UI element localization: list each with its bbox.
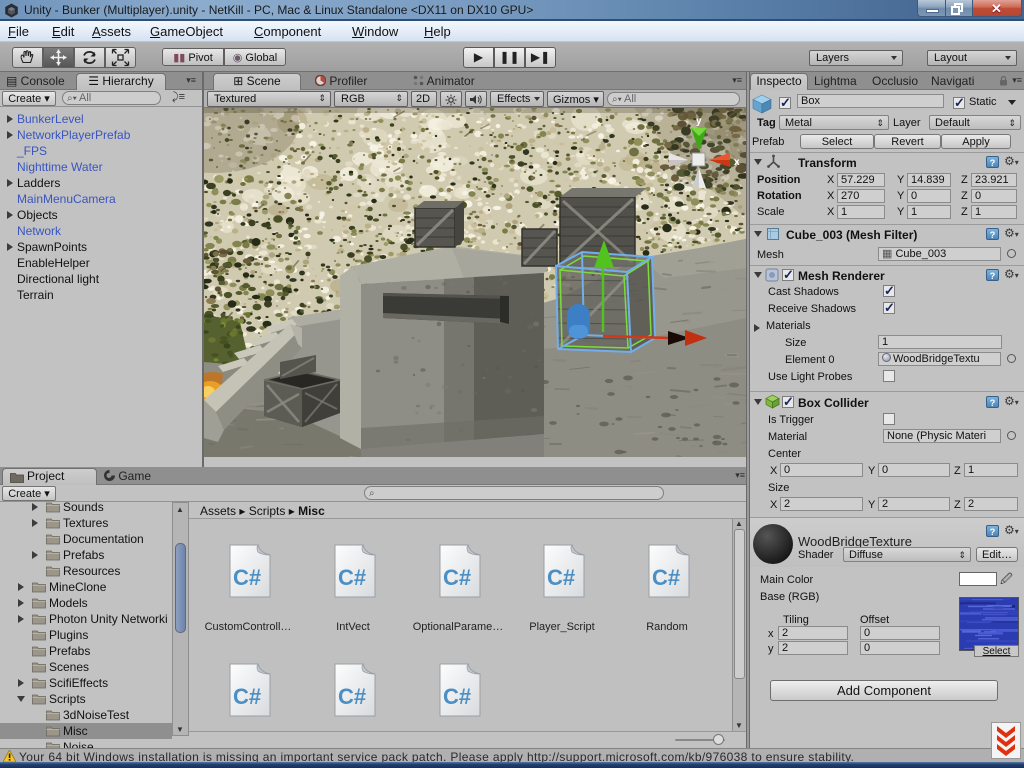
svg-text:C#: C# <box>233 684 261 709</box>
svg-text:y: y <box>696 116 702 127</box>
svg-text:C#: C# <box>233 565 261 590</box>
svg-text:C#: C# <box>443 684 471 709</box>
svg-text:C#: C# <box>338 684 366 709</box>
svg-text:C#: C# <box>443 565 471 590</box>
svg-text:x: x <box>734 157 740 168</box>
svg-text:C#: C# <box>338 565 366 590</box>
svg-text:C#: C# <box>547 565 575 590</box>
svg-text:C#: C# <box>652 565 680 590</box>
